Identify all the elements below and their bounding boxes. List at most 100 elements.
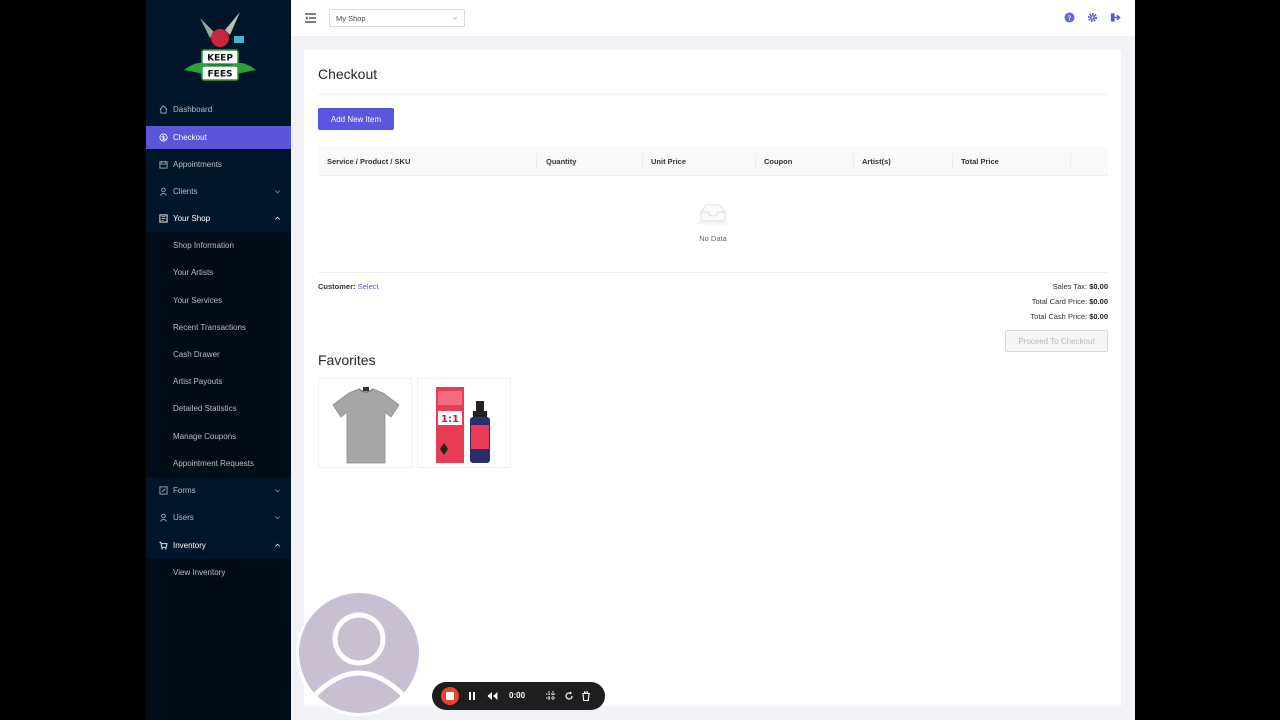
sidebar-item-detailed-statistics[interactable]: Detailed Statistics — [146, 397, 291, 420]
stop-record-button[interactable] — [441, 687, 459, 705]
form-icon — [159, 486, 168, 495]
sidebar-item-label: Clients — [173, 187, 198, 196]
select-customer-link[interactable]: Select — [358, 282, 379, 291]
trash-icon[interactable] — [581, 691, 591, 701]
card-total-row: Total Card Price: $0.00 — [1032, 297, 1108, 306]
home-icon — [159, 105, 168, 114]
keep-fees-logo[interactable]: KEEP FEES — [180, 8, 260, 88]
column-header[interactable]: Unit Price — [651, 157, 686, 166]
sidebar-item-label: Appointments — [173, 160, 222, 169]
svg-text:1:1: 1:1 — [441, 414, 459, 425]
shop-select[interactable]: My Shop — [329, 9, 465, 27]
sidebar-item-your-shop[interactable]: Your Shop — [146, 207, 291, 230]
sidebar-item-label: View Inventory — [173, 568, 226, 577]
sidebar-item-label: Inventory — [173, 541, 206, 550]
sidebar-item-appointment-requests[interactable]: Appointment Requests — [146, 452, 291, 475]
pause-icon[interactable] — [467, 691, 477, 701]
column-header[interactable]: Service / Product / SKU — [327, 157, 410, 166]
checkout-card: Checkout Add New Item Service / Product … — [304, 50, 1121, 706]
top-header: My Shop ? — [291, 0, 1135, 36]
sidebar-item-dashboard[interactable]: Dashboard — [146, 98, 291, 121]
sales-tax-label: Sales Tax: — [1052, 282, 1088, 291]
sidebar-item-artist-payouts[interactable]: Artist Payouts — [146, 370, 291, 393]
chevron-up-icon — [275, 543, 280, 547]
sidebar-item-label: Cash Drawer — [173, 350, 220, 359]
grid-icon[interactable] — [546, 691, 556, 701]
column-header[interactable]: Quantity — [546, 157, 576, 166]
sidebar-item-cash-drawer[interactable]: Cash Drawer — [146, 343, 291, 366]
add-new-item-button[interactable]: Add New Item — [318, 108, 394, 130]
page-title: Checkout — [318, 66, 378, 82]
tshirt-image — [332, 387, 400, 464]
calendar-icon — [159, 160, 168, 169]
sidebar-item-your-services[interactable]: Your Services — [146, 289, 291, 312]
svg-text:FEES: FEES — [208, 70, 233, 80]
chevron-down-icon — [275, 516, 280, 520]
column-header[interactable]: Total Price — [961, 157, 999, 166]
recorder-toolbar: 0:00 — [432, 682, 605, 710]
cash-total-row: Total Cash Price: $0.00 — [1030, 312, 1108, 321]
column-separator — [755, 154, 756, 168]
column-header[interactable]: Artist(s) — [862, 157, 891, 166]
favorite-item-tincture[interactable]: 1:1 — [417, 378, 511, 468]
sidebar-item-label: Manage Coupons — [173, 432, 237, 441]
column-separator — [952, 154, 953, 168]
sidebar-item-label: Shop Information — [173, 241, 234, 250]
svg-text:?: ? — [1068, 13, 1072, 22]
sidebar-item-shop-information[interactable]: Shop Information — [146, 234, 291, 257]
divider — [318, 94, 1108, 95]
sidebar-item-label: Your Shop — [173, 214, 211, 223]
restart-icon[interactable] — [564, 691, 574, 701]
proceed-to-checkout-button[interactable]: Proceed To Checkout — [1005, 330, 1108, 352]
rewind-icon[interactable] — [487, 691, 498, 701]
sidebar-item-manage-coupons[interactable]: Manage Coupons — [146, 425, 291, 448]
user-icon — [159, 187, 168, 196]
column-separator — [853, 154, 854, 168]
sidebar-item-label: Users — [173, 513, 194, 522]
help-icon[interactable]: ? — [1064, 12, 1075, 23]
sidebar-item-view-inventory[interactable]: View Inventory — [146, 561, 291, 584]
column-header[interactable]: Coupon — [764, 157, 792, 166]
sidebar-item-label: Checkout — [173, 133, 207, 142]
tincture-product-image: 1:1 — [436, 387, 490, 463]
card-total-value: $0.00 — [1089, 297, 1108, 306]
webcam-avatar — [296, 590, 422, 716]
column-separator — [536, 154, 537, 168]
sidebar-item-label: Your Artists — [173, 268, 214, 277]
card-total-label: Total Card Price: — [1031, 297, 1088, 306]
divider — [318, 272, 1108, 273]
sidebar-item-recent-transactions[interactable]: Recent Transactions — [146, 316, 291, 339]
column-separator — [642, 154, 643, 168]
sidebar-item-label: Your Services — [173, 296, 223, 305]
column-separator — [1070, 154, 1071, 168]
sidebar: KEEP FEES Dashboard Checkout Appointment… — [146, 0, 291, 720]
dollar-circle-icon — [159, 133, 168, 142]
chevron-down-icon — [275, 489, 280, 493]
sidebar-item-appointments[interactable]: Appointments — [146, 153, 291, 176]
favorite-item-tshirt[interactable] — [318, 378, 412, 468]
customer-label: Customer: — [318, 282, 356, 291]
chevron-down-icon — [452, 16, 458, 20]
cash-total-label: Total Cash Price: — [1030, 312, 1088, 321]
favorites-title: Favorites — [318, 352, 376, 368]
sidebar-item-label: Detailed Statistics — [173, 404, 237, 413]
logout-icon[interactable] — [1110, 12, 1121, 23]
user-icon — [159, 513, 168, 522]
gear-icon[interactable] — [1087, 12, 1098, 23]
sidebar-item-checkout[interactable]: Checkout — [146, 126, 291, 149]
sidebar-item-label: Forms — [173, 486, 196, 495]
empty-state-text: No Data — [699, 234, 727, 243]
sidebar-item-clients[interactable]: Clients — [146, 180, 291, 203]
sidebar-item-users[interactable]: Users — [146, 506, 291, 529]
sidebar-item-forms[interactable]: Forms — [146, 479, 291, 502]
sales-tax-row: Sales Tax: $0.00 — [1053, 282, 1108, 291]
sales-tax-value: $0.00 — [1089, 282, 1108, 291]
menu-fold-icon[interactable] — [305, 13, 316, 23]
sidebar-item-inventory[interactable]: Inventory — [146, 534, 291, 557]
cash-total-value: $0.00 — [1089, 312, 1108, 321]
chevron-up-icon — [275, 216, 280, 220]
user-avatar-icon — [311, 612, 407, 699]
sidebar-item-your-artists[interactable]: Your Artists — [146, 261, 291, 284]
chevron-down-icon — [275, 190, 280, 194]
sidebar-item-label: Dashboard — [173, 105, 213, 114]
